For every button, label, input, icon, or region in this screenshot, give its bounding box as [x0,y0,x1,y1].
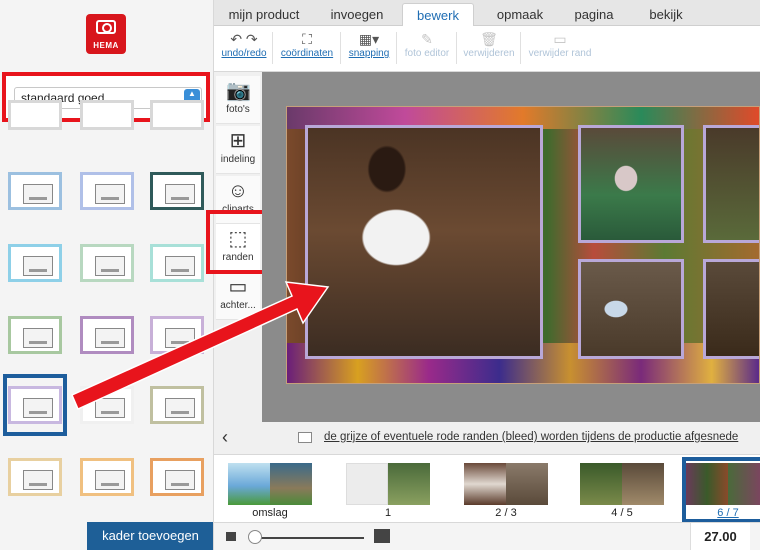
photo-weaver-2[interactable] [578,259,684,359]
frame-thumbnail[interactable] [80,458,134,496]
tab-opmaak[interactable]: opmaak [482,3,558,26]
frames-panel: HEMA standaard goed ▲▼ kader toevoegen [0,0,214,550]
page-label-1: 1 [384,507,392,519]
zoom-slider-handle[interactable] [248,530,262,544]
price-display: 27.00 [690,523,750,550]
selected-frame-highlight [3,374,67,436]
photobook-editor: HEMA standaard goed ▲▼ kader toevoegen m… [0,0,760,550]
frame-thumbnail[interactable] [8,100,62,130]
page-thumb-1[interactable] [346,463,430,505]
image-placeholder-icon [23,470,53,490]
smiley-icon: ☺ [227,180,249,202]
frame-thumbnail[interactable] [150,244,204,282]
trash-icon: 🗑 [480,31,498,47]
zoom-bar: 27.00 [214,522,760,550]
borders-tool-highlight [206,210,266,274]
frame-thumbnail[interactable] [150,172,204,210]
side-tool-photos[interactable]: 📷 foto's [216,76,260,124]
frame-thumbnail[interactable] [8,458,62,496]
side-tool-background[interactable]: ▭ achter... [216,272,260,320]
tab-mijn-product[interactable]: mijn product [218,3,310,26]
frame-thumbnail[interactable] [80,316,134,354]
side-tools: 📷 foto's ⊞ indeling ☺ cliparts ⬚ randen … [214,72,262,320]
image-placeholder-icon [165,470,195,490]
frame-thumbnail[interactable] [8,172,62,210]
image-placeholder-icon [95,470,125,490]
page-strip: omslag 1 2 / 3 4 / 5 6 / 7 [214,454,760,523]
crosshair-icon: ⛶ [302,31,312,47]
image-placeholder-icon [23,256,53,276]
photo-weaver-3[interactable] [703,125,759,243]
undo-redo-icon: ↶ ↷ [230,31,258,47]
bleed-notice-text[interactable]: de grijze of eventuele rode randen (blee… [324,431,738,443]
frame-thumbnail[interactable] [80,172,134,210]
camera-icon: 📷 [226,80,251,102]
image-placeholder-icon [95,256,125,276]
bleed-checkbox[interactable] [298,432,312,443]
image-placeholder-icon [165,256,195,276]
undo-redo-button[interactable]: ↶ ↷ undo/redo [218,30,270,68]
image-small-icon [226,532,236,541]
page-spread[interactable] [286,106,760,384]
image-placeholder-icon [165,328,195,348]
page-thumb-cover[interactable] [228,463,312,505]
image-placeholder-icon [23,184,53,204]
page-label-6-7: 6 / 7 [717,507,739,519]
zoom-slider-track[interactable] [254,537,364,539]
photo-weaver-main[interactable] [305,125,543,359]
image-placeholder-icon [95,184,125,204]
frame-thumbnail[interactable] [80,244,134,282]
add-frame-button[interactable]: kader toevoegen [87,522,213,550]
photo-weaver-4[interactable] [703,259,759,359]
page-thumb-2-3[interactable] [464,463,548,505]
page-label-4-5: 4 / 5 [611,507,633,519]
page-label-2-3: 2 / 3 [495,507,517,519]
grid-icon: ▦▾ [358,31,380,47]
chevron-left-icon[interactable]: ‹ [222,427,228,448]
border-icon: ▭ [553,31,567,47]
frame-thumbnail[interactable] [80,386,134,424]
snapping-button[interactable]: ▦▾ snapping [344,30,394,68]
image-large-icon [374,529,390,543]
tab-bekijk[interactable]: bekijk [634,3,698,26]
editor-canvas[interactable] [262,72,760,422]
side-tool-layout[interactable]: ⊞ indeling [216,126,260,174]
photo-weaver-1[interactable] [578,125,684,243]
page-thumb-4-5[interactable] [580,463,664,505]
image-placeholder-icon [165,184,195,204]
coordinates-button[interactable]: ⛶ coördinaten [276,30,338,68]
brush-icon: ✎ [421,31,433,47]
image-placeholder-icon [23,328,53,348]
tab-bewerk[interactable]: bewerk [402,3,474,27]
tab-invoegen[interactable]: invoegen [318,3,396,26]
hema-logo: HEMA [86,14,126,54]
tab-pagina[interactable]: pagina [562,3,626,26]
page-label-cover: omslag [252,507,288,519]
image-placeholder-icon [95,328,125,348]
frame-thumbnail[interactable] [150,100,204,130]
delete-button[interactable]: 🗑 verwijderen [460,30,518,68]
frame-thumbnail[interactable] [150,316,204,354]
frame-thumbnail[interactable] [150,386,204,424]
frame-thumbnail[interactable] [8,316,62,354]
edit-toolbar: ↶ ↷ undo/redo ⛶ coördinaten ▦▾ snapping … [214,26,760,72]
frame-thumbnail[interactable] [8,244,62,282]
frame-thumbnail[interactable] [80,100,134,130]
background-icon: ▭ [228,276,248,298]
bleed-notice-bar: ‹ de grijze of eventuele rode randen (bl… [214,422,760,454]
photo-editor-button[interactable]: ✎ foto editor [400,30,454,68]
logo-text: HEMA [93,41,119,50]
camera-icon [96,20,116,34]
remove-border-button[interactable]: ▭ verwijder rand [524,30,596,68]
frame-thumbnail[interactable] [150,458,204,496]
main-tabs: mijn product invoegen bewerk opmaak pagi… [214,0,760,27]
image-placeholder-icon [165,398,195,418]
layout-icon: ⊞ [229,130,247,152]
image-placeholder-icon [95,398,125,418]
